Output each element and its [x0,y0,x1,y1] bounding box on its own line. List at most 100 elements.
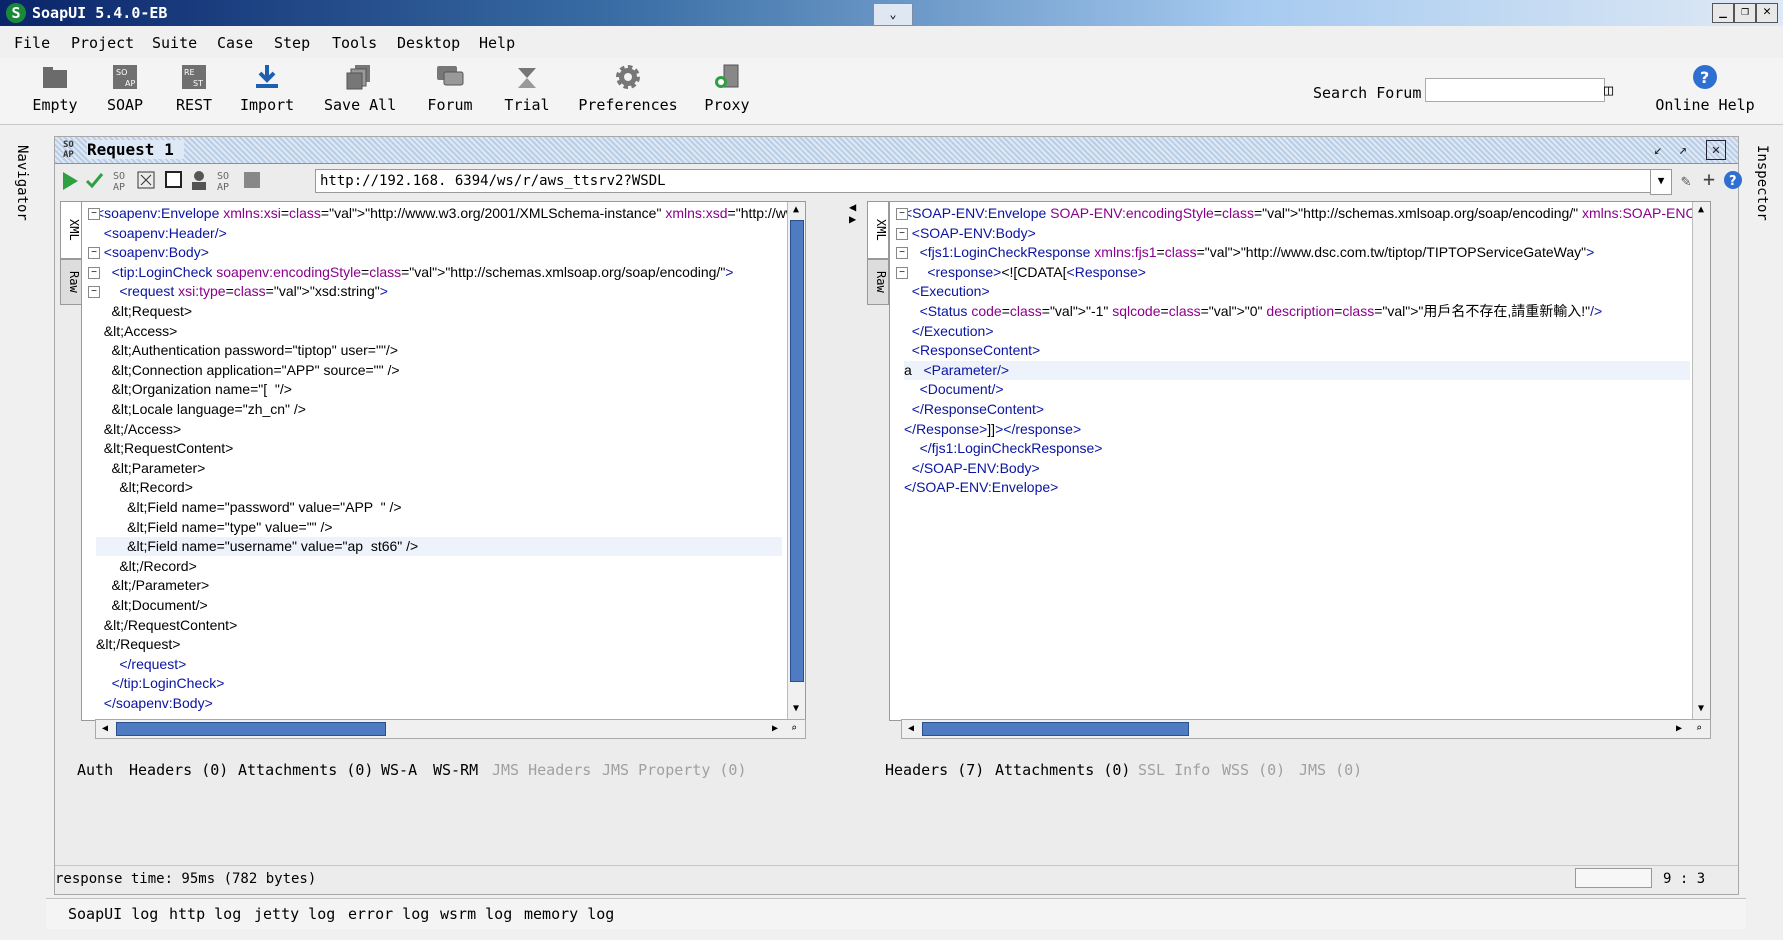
tab-ssl-info[interactable]: SSL Info [1138,761,1210,779]
forum-button[interactable]: Forum [427,62,473,114]
scroll-down-icon[interactable]: ▼ [1694,702,1708,716]
tab-response-headers[interactable]: Headers (7) [885,761,984,779]
restore-button[interactable]: ❐ [1734,3,1756,23]
tab-request-headers[interactable]: Headers (0) [129,761,228,779]
tab-auth[interactable]: Auth [77,761,113,779]
online-help-button[interactable]: ? Online Help [1654,62,1756,114]
tab-wsrm-log[interactable]: wsrm log [440,905,512,923]
tab-response-attachments[interactable]: Attachments (0) [995,761,1130,779]
request-toolbar: SO AP SO AP http://192.168. 6394/ws/r/aws_… [55,165,1742,195]
menu-help[interactable]: Help [479,34,515,52]
soap-ws-icon[interactable]: SO AP [113,171,125,193]
url-dropdown-icon[interactable]: ▼ [1650,169,1672,195]
scrollbar-thumb[interactable] [790,220,804,682]
check-icon[interactable] [85,171,105,195]
scroll-down-icon[interactable]: ▼ [789,702,803,716]
run-icon[interactable] [61,171,79,195]
maximize-icon[interactable]: ↗ [1673,140,1693,160]
format-icon[interactable] [137,171,155,193]
scroll-right-icon[interactable]: ▶ [768,722,782,736]
trial-button[interactable]: Trial [503,62,551,114]
rest-button[interactable]: RE ST RE ST [172,62,216,114]
response-horizontal-scrollbar[interactable]: ◀ ▶ ⌕ [901,719,1711,739]
svg-text:AP: AP [125,79,135,88]
fold-toggle-icon[interactable]: − [88,286,100,299]
minimize-button[interactable]: _ [1712,3,1734,23]
preferences-button[interactable]: Preferences [578,62,678,114]
search-binoculars-icon[interactable]: ◫ [1604,81,1613,99]
zoom-icon[interactable]: ⌕ [1692,722,1706,736]
save-all-button[interactable]: Save All [324,62,396,114]
tab-wss[interactable]: WSS (0) [1222,761,1285,779]
close-button[interactable]: ✕ [1756,3,1778,23]
tab-jetty-log[interactable]: jetty log [254,905,335,923]
scroll-up-icon[interactable]: ▲ [789,203,803,217]
user-icon[interactable] [190,170,208,194]
menu-file[interactable]: File [14,34,50,52]
close-request-icon[interactable]: ✕ [1706,140,1726,160]
scroll-right-icon[interactable]: ▶ [1672,722,1686,736]
caret-position: 9 : 3 [1663,871,1706,887]
tab-error-log[interactable]: error log [348,905,429,923]
response-vertical-scrollbar[interactable]: ▲ ▼ [1692,202,1710,719]
navigator-tab[interactable]: Navigator [14,145,30,221]
zoom-icon[interactable]: ⌕ [787,722,801,736]
fold-toggle-icon[interactable]: − [896,227,908,240]
tab-request-attachments[interactable]: Attachments (0) [238,761,373,779]
request-xml-editor[interactable]: <soapenv:Envelope xmlns:xsi=class="val">… [81,201,806,721]
search-forum-input[interactable] [1425,78,1605,102]
scroll-left-icon[interactable]: ◀ [904,722,918,736]
fold-toggle-icon[interactable]: − [88,247,100,260]
scrollbar-thumb[interactable] [116,722,386,736]
help-icon[interactable]: ? [1723,170,1743,194]
fold-toggle-icon[interactable]: − [88,208,100,220]
menu-case[interactable]: Case [217,34,253,52]
splitter-arrows[interactable]: ◀ ▶ [849,201,859,241]
request-raw-tab[interactable]: Raw [60,259,82,305]
request-vertical-scrollbar[interactable]: ▲ ▼ [787,202,805,719]
menu-desktop[interactable]: Desktop [397,34,460,52]
tab-jms-property[interactable]: JMS Property (0) [602,761,747,779]
tab-ws-a[interactable]: WS-A [381,761,417,779]
tab-ws-rm[interactable]: WS-RM [433,761,478,779]
proxy-button[interactable]: Proxy [703,62,751,114]
tab-soapui-log[interactable]: SoapUI log [68,905,158,923]
cancel-icon[interactable] [243,171,261,193]
fold-toggle-icon[interactable]: − [88,266,100,279]
tab-jms-headers[interactable]: JMS Headers [492,761,591,779]
edit-endpoint-icon[interactable]: ✎ [1681,171,1691,190]
tab-http-log[interactable]: http log [169,905,241,923]
scroll-left-icon[interactable]: ◀ [98,722,112,736]
request-xml-line: &lt;/Request> [96,636,181,653]
undock-icon[interactable]: ↙ [1648,140,1668,160]
soap-button[interactable]: SO AP SO AP [104,62,146,114]
fold-toggle-icon[interactable]: − [896,266,908,279]
chevron-down-icon[interactable]: ⌄ [873,3,913,26]
scrollbar-thumb[interactable] [922,722,1189,736]
menu-step[interactable]: Step [274,34,310,52]
menu-project[interactable]: Project [71,34,134,52]
request-xml-tab[interactable]: XML [60,201,82,259]
endpoint-url-field[interactable]: http://192.168. 6394/ws/r/aws_ttsrv2?WSD… [315,169,1651,193]
request-xml-line: &lt;Locale language="zh_cn" /> [96,401,306,417]
menu-tools[interactable]: Tools [332,34,377,52]
inspector-tab[interactable]: Inspector [1754,145,1770,221]
tab-jms[interactable]: JMS (0) [1299,761,1362,779]
menu-bar: File Project Suite Case Step Tools Deskt… [0,26,1783,58]
tab-memory-log[interactable]: memory log [524,905,614,923]
response-xml-tab[interactable]: XML [867,201,889,259]
fold-toggle-icon[interactable]: − [896,208,908,220]
response-xml-editor[interactable]: <SOAP-ENV:Envelope SOAP-ENV:encodingStyl… [889,201,1711,721]
request-horizontal-scrollbar[interactable]: ◀ ▶ ⌕ [95,719,806,739]
response-raw-tab[interactable]: Raw [867,259,889,305]
soap-project-icon: SO AP [110,62,140,92]
create-test-icon[interactable]: SO AP [217,171,229,193]
trial-icon [512,62,542,92]
empty-button[interactable]: Empty [30,62,80,114]
menu-suite[interactable]: Suite [152,34,197,52]
stop-icon[interactable] [165,171,183,193]
fold-toggle-icon[interactable]: − [896,247,908,260]
import-button[interactable]: Import [240,62,294,114]
add-endpoint-icon[interactable]: + [1703,167,1715,191]
scroll-up-icon[interactable]: ▲ [1694,203,1708,217]
